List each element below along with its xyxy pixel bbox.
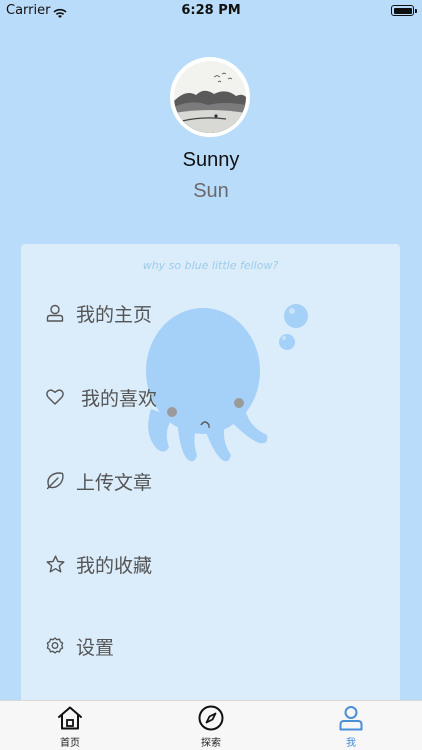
home-icon: [35, 703, 105, 733]
tab-bar: 首页 探索 我: [0, 700, 422, 750]
menu-item-label: 上传文章: [76, 471, 153, 494]
gear-icon: [45, 636, 65, 656]
person-icon: [316, 703, 386, 733]
tab-label: 探索: [201, 738, 221, 749]
tab-explore[interactable]: 探索: [176, 703, 246, 749]
tab-label: 我: [346, 738, 356, 749]
tab-me[interactable]: 我: [316, 703, 386, 749]
menu-item-label: 设置: [76, 636, 115, 659]
profile-username: Sunny: [182, 149, 240, 171]
battery-icon: [391, 5, 417, 16]
avatar[interactable]: [170, 57, 250, 137]
heart-icon: [45, 387, 65, 407]
status-bar: Carrier 6:28 PM: [0, 0, 422, 22]
menu-item-upload[interactable]: 上传文章: [45, 465, 152, 497]
menu-item-label: 我的收藏: [76, 554, 153, 577]
menu-item-settings[interactable]: 设置: [45, 630, 114, 662]
card-tagline: why so blue little fellow?: [142, 259, 279, 272]
menu-item-label: 我的喜欢: [81, 387, 158, 410]
compass-icon: [176, 703, 246, 733]
status-time: 6:28 PM: [181, 3, 241, 18]
star-icon: [45, 554, 65, 574]
menu-item-likes[interactable]: 我的喜欢: [45, 381, 157, 413]
tab-label: 首页: [60, 738, 80, 749]
person-icon: [45, 303, 65, 323]
menu-item-label: 我的主页: [76, 303, 153, 326]
leaf-icon: [45, 471, 65, 491]
octopus-illustration: [141, 299, 321, 483]
menu-item-favorites[interactable]: 我的收藏: [45, 548, 152, 580]
profile-nickname: Sun: [193, 180, 229, 202]
menu-item-homepage[interactable]: 我的主页: [45, 297, 152, 329]
profile-menu-card: why so blue little fellow? 我的主页 我的喜欢 上传文…: [21, 244, 400, 714]
tab-home[interactable]: 首页: [35, 703, 105, 749]
